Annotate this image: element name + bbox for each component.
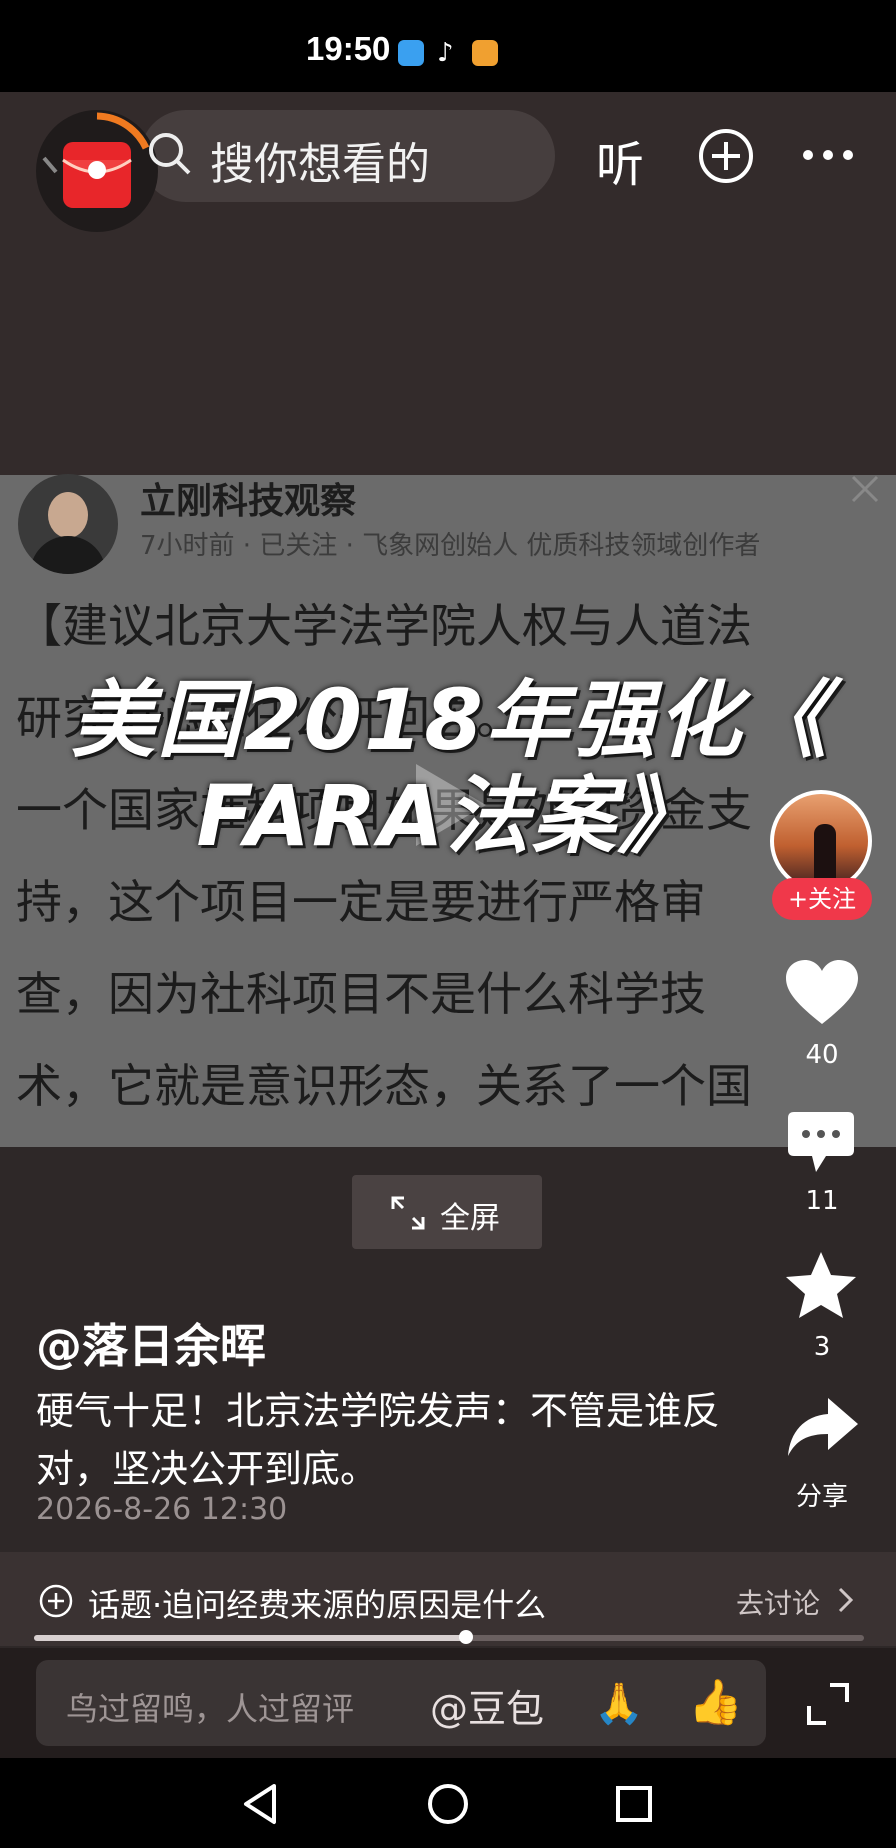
recents-icon[interactable] — [614, 1784, 654, 1824]
comment-placeholder[interactable]: 鸟过留鸣，人过留评 — [66, 1684, 354, 1730]
expand-icon — [391, 1196, 425, 1230]
like-count: 40 — [805, 1040, 839, 1070]
star-icon[interactable] — [784, 1250, 858, 1320]
progress-fill — [34, 1635, 466, 1641]
red-packet-icon — [42, 112, 150, 208]
expand-comment-icon[interactable] — [806, 1682, 850, 1726]
discuss-link[interactable]: 去讨论 — [736, 1582, 820, 1622]
search-icon — [149, 133, 191, 175]
post-caption: 硬气十足！北京法学院发声：不管是谁反对，坚决公开到底。 — [36, 1389, 721, 1491]
overlay-title-line1: 美国2018年强化《 — [71, 671, 829, 769]
share-icon[interactable] — [786, 1396, 860, 1460]
message-app-icon — [398, 40, 424, 66]
fullscreen-label: 全屏 — [440, 1201, 500, 1236]
post-date: 2026-8-26 12:30 — [36, 1492, 288, 1527]
fullscreen-button[interactable]: 全屏 — [352, 1175, 542, 1249]
red-packet-button[interactable] — [36, 110, 158, 232]
mention-button[interactable]: @豆包 — [430, 1678, 544, 1733]
post-author[interactable]: @落日余晖 — [36, 1310, 266, 1376]
article-line: 持，这个项目一定是要进行严格审 — [16, 875, 706, 929]
card-author: 立刚科技观察 — [140, 481, 357, 522]
article-line: 查，因为社科项目不是什么科学技 — [16, 967, 706, 1021]
listen-button[interactable]: 听 — [596, 125, 644, 195]
overlay-title-line2: FARA法案》 — [196, 767, 704, 865]
article-line: 【建议北京大学法学院人权与人道法 — [16, 599, 752, 653]
chevron-right-icon — [838, 1587, 854, 1613]
video-overlay-title: 美国2018年强化《 FARA法案》 — [60, 672, 840, 864]
back-icon[interactable] — [240, 1782, 280, 1826]
clap-emoji-icon[interactable]: 🙏 — [594, 1680, 644, 1727]
more-icon[interactable] — [800, 145, 856, 165]
topic-text[interactable]: 话题·追问经费来源的原因是什么 — [88, 1580, 546, 1626]
status-time: 19:50 — [306, 30, 391, 67]
card-avatar — [18, 474, 118, 574]
creator-avatar[interactable] — [770, 790, 872, 892]
topic-plus-icon — [39, 1584, 73, 1618]
comment-count: 11 — [805, 1186, 839, 1216]
favorite-count: 3 — [813, 1332, 831, 1362]
heart-icon[interactable] — [784, 958, 860, 1028]
game-app-icon — [472, 40, 498, 66]
tiktok-app-icon: ♪ — [437, 38, 454, 68]
progress-thumb[interactable] — [458, 1630, 473, 1644]
article-line: 术，它就是意识形态，关系了一个国 — [16, 1059, 752, 1113]
follow-button[interactable]: +关注 — [772, 878, 872, 920]
home-icon[interactable] — [426, 1782, 470, 1826]
close-icon — [851, 475, 879, 503]
comment-icon[interactable] — [786, 1110, 856, 1176]
thumbs-up-emoji-icon[interactable]: 👍 — [688, 1676, 743, 1728]
add-icon[interactable] — [697, 127, 755, 185]
card-meta: 7小时前 · 已关注 · 飞象网创始人 优质科技领域创作者 — [140, 531, 761, 561]
share-label[interactable]: 分享 — [762, 1476, 882, 1513]
search-placeholder[interactable]: 搜你想看的 — [210, 128, 430, 192]
